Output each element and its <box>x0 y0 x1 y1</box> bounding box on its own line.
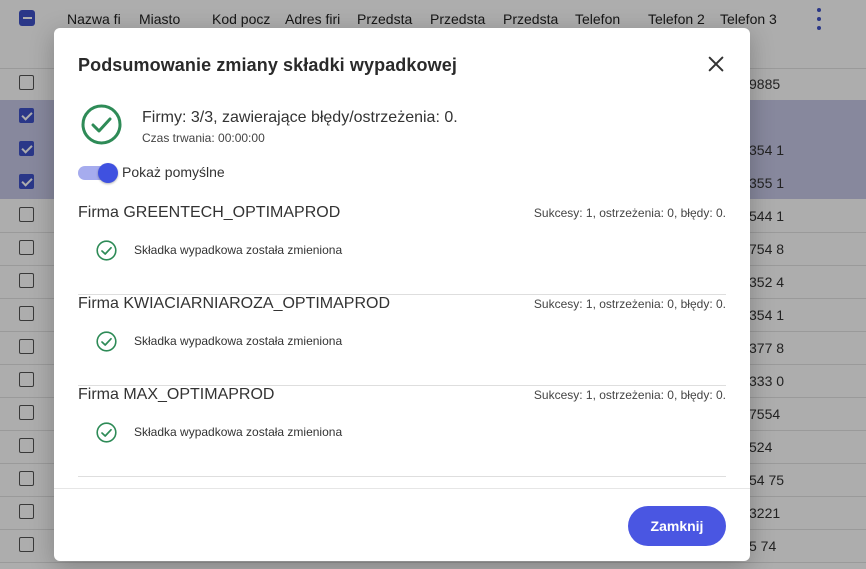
firm-name: Firma GREENTECH_OPTIMAPROD <box>78 204 341 221</box>
close-icon[interactable] <box>705 53 727 75</box>
firm-section: Firma KWIACIARNIAROZA_OPTIMAPROD Sukcesy… <box>78 295 726 386</box>
firm-message: Składka wypadkowa została zmieniona <box>134 425 343 439</box>
toggle-label: Pokaż pomyślne <box>122 164 225 180</box>
duration-text: Czas trwania: 00:00:00 <box>142 131 265 145</box>
summary-dialog: Podsumowanie zmiany składki wypadkowej F… <box>54 28 750 561</box>
footer-divider <box>54 488 750 489</box>
check-circle-icon <box>81 104 122 145</box>
firm-stats: Sukcesy: 1, ostrzeżenia: 0, błędy: 0. <box>533 297 726 311</box>
firm-name: Firma MAX_OPTIMAPROD <box>78 386 275 403</box>
show-successful-toggle[interactable] <box>78 163 118 183</box>
summary-text: Firmy: 3/3, zawierające błędy/ostrzeżeni… <box>142 109 458 126</box>
firm-stats: Sukcesy: 1, ostrzeżenia: 0, błędy: 0. <box>533 388 726 402</box>
check-circle-icon <box>96 422 117 443</box>
firm-section: Firma GREENTECH_OPTIMAPROD Sukcesy: 1, o… <box>78 204 726 295</box>
firm-stats: Sukcesy: 1, ostrzeżenia: 0, błędy: 0. <box>533 206 726 220</box>
check-circle-icon <box>96 331 117 352</box>
close-button[interactable]: Zamknij <box>628 506 726 546</box>
firm-section: Firma MAX_OPTIMAPROD Sukcesy: 1, ostrzeż… <box>78 386 726 477</box>
firm-message: Składka wypadkowa została zmieniona <box>134 334 343 348</box>
firm-name: Firma KWIACIARNIAROZA_OPTIMAPROD <box>78 295 391 312</box>
dialog-title: Podsumowanie zmiany składki wypadkowej <box>78 55 457 75</box>
firm-message: Składka wypadkowa została zmieniona <box>134 243 343 257</box>
check-circle-icon <box>96 240 117 261</box>
